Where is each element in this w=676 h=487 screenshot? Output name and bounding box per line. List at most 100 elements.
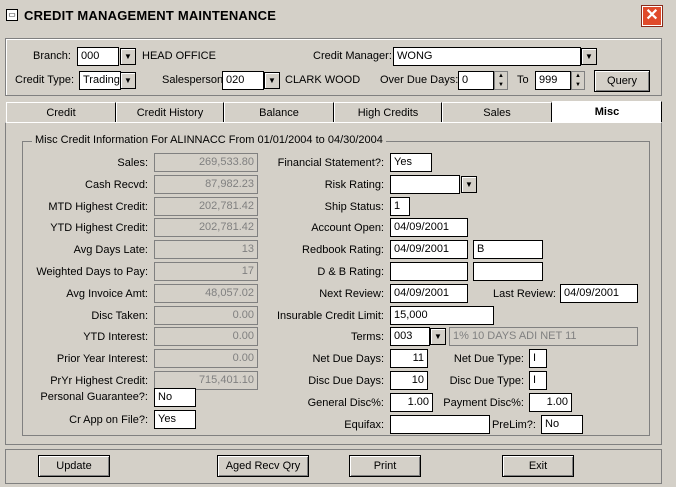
misc-group-title: Misc Credit Information For ALINNACC Fro… — [32, 134, 386, 146]
redbook-date-input[interactable]: 04/09/2001 — [390, 240, 468, 259]
left-field-value: 87,982.23 — [154, 175, 258, 194]
db-rating-input[interactable] — [473, 262, 543, 281]
credit-type-label: Credit Type: — [15, 74, 75, 86]
left-field-label: Avg Days Late: — [73, 244, 148, 256]
terms-description: 1% 10 DAYS ADI NET 11 — [449, 327, 638, 346]
over-due-to-spinner[interactable]: ▲ ▼ — [571, 71, 585, 90]
left-field-label: PrYr Highest Credit: — [50, 375, 148, 387]
general-disc-input[interactable]: 1.00 — [390, 393, 433, 412]
left-field-value: 48,057.02 — [154, 284, 258, 303]
risk-rating-label: Risk Rating: — [324, 179, 384, 191]
account-open-input[interactable]: 04/09/2001 — [390, 218, 468, 237]
left-field-value: 202,781.42 — [154, 197, 258, 216]
financial-statement-input[interactable]: Yes — [390, 153, 432, 172]
spin-down-icon[interactable]: ▼ — [572, 81, 584, 90]
spin-up-icon[interactable]: ▲ — [572, 72, 584, 81]
exit-button[interactable]: Exit — [502, 455, 574, 477]
db-date-input[interactable] — [390, 262, 468, 281]
equifax-input[interactable] — [390, 415, 490, 434]
left-field-label: Weighted Days to Pay: — [36, 266, 148, 278]
left-field-value: 0.00 — [154, 349, 258, 368]
disc-due-type-input[interactable]: I — [529, 371, 547, 390]
redbook-rating-input[interactable]: B — [473, 240, 543, 259]
tab-high-credits[interactable]: High Credits — [334, 102, 442, 123]
personal-guarantee-label: Personal Guarantee?: — [40, 391, 148, 403]
payment-disc-input[interactable]: 1.00 — [529, 393, 572, 412]
spin-down-icon[interactable]: ▼ — [495, 81, 507, 90]
risk-rating-input[interactable] — [390, 175, 460, 194]
salesperson-dropdown-icon[interactable]: ▼ — [264, 72, 280, 89]
salesperson-name: CLARK WOOD — [285, 74, 361, 86]
query-button[interactable]: Query — [594, 70, 650, 92]
redbook-rating-label: Redbook Rating: — [302, 244, 384, 256]
branch-name: HEAD OFFICE — [142, 50, 216, 62]
over-due-from-spinner[interactable]: ▲ ▼ — [494, 71, 508, 90]
credit-manager-dropdown-icon[interactable]: ▼ — [581, 48, 597, 65]
db-rating-label: D & B Rating: — [317, 266, 384, 278]
left-field-label: YTD Interest: — [83, 331, 148, 343]
credit-type-input[interactable]: Trading — [79, 71, 121, 90]
prelim-label: PreLim?: — [491, 419, 536, 431]
left-field-value: 0.00 — [154, 306, 258, 325]
left-field-value: 17 — [154, 262, 258, 281]
tab-sales[interactable]: Sales — [442, 102, 552, 123]
prelim-input[interactable]: No — [541, 415, 583, 434]
terms-code-input[interactable]: 003 — [390, 327, 430, 346]
net-due-type-input[interactable]: I — [529, 349, 547, 368]
over-due-from-input[interactable]: 0 — [458, 71, 494, 90]
disc-due-days-label: Disc Due Days: — [308, 375, 384, 387]
branch-input[interactable]: 000 — [77, 47, 119, 66]
financial-statement-label: Financial Statement?: — [277, 157, 384, 169]
account-open-label: Account Open: — [311, 222, 384, 234]
over-due-days-label: Over Due Days: — [380, 74, 459, 86]
insurable-credit-limit-label: Insurable Credit Limit: — [277, 310, 384, 322]
left-field-label: Cash Recvd: — [85, 179, 148, 191]
general-disc-label: General Disc%: — [307, 397, 384, 409]
terms-dropdown-icon[interactable]: ▼ — [430, 328, 446, 345]
left-field-label: YTD Highest Credit: — [50, 222, 148, 234]
last-review-label: Last Review: — [493, 288, 556, 300]
branch-dropdown-icon[interactable]: ▼ — [120, 48, 136, 65]
personal-guarantee-input[interactable]: No — [154, 388, 196, 407]
update-button[interactable]: Update — [38, 455, 110, 477]
net-due-days-input[interactable]: 11 — [390, 349, 428, 368]
next-review-label: Next Review: — [319, 288, 384, 300]
last-review-input[interactable]: 04/09/2001 — [560, 284, 638, 303]
net-due-type-label: Net Due Type: — [453, 353, 524, 365]
print-button[interactable]: Print — [349, 455, 421, 477]
left-field-value: 202,781.42 — [154, 218, 258, 237]
left-field-label: Prior Year Interest: — [56, 353, 148, 365]
app-icon: ▭ — [6, 9, 18, 21]
equifax-label: Equifax: — [344, 419, 384, 431]
spin-up-icon[interactable]: ▲ — [495, 72, 507, 81]
aged-recv-qry-button[interactable]: Aged Recv Qry — [217, 455, 309, 477]
left-field-value: 269,533.80 — [154, 153, 258, 172]
window-title: CREDIT MANAGEMENT MAINTENANCE — [24, 8, 277, 23]
tab-credit-history[interactable]: Credit History — [116, 102, 224, 123]
credit-manager-input[interactable]: WONG — [393, 47, 581, 66]
credit-type-dropdown-icon[interactable]: ▼ — [120, 72, 136, 89]
close-button[interactable]: ✕ — [641, 5, 663, 27]
insurable-credit-limit-input[interactable]: 15,000 — [390, 306, 494, 325]
left-field-label: Disc Taken: — [91, 310, 148, 322]
over-due-to-input[interactable]: 999 — [535, 71, 571, 90]
tab-credit[interactable]: Credit — [6, 102, 116, 123]
credit-manager-label: Credit Manager: — [313, 50, 392, 62]
tab-balance[interactable]: Balance — [224, 102, 334, 123]
payment-disc-label: Payment Disc%: — [443, 397, 524, 409]
risk-rating-dropdown-icon[interactable]: ▼ — [461, 176, 477, 193]
cr-app-input[interactable]: Yes — [154, 410, 196, 429]
salesperson-input[interactable]: 020 — [222, 71, 264, 90]
net-due-days-label: Net Due Days: — [312, 353, 384, 365]
ship-status-label: Ship Status: — [324, 201, 384, 213]
ship-status-input[interactable]: 1 — [390, 197, 410, 216]
cr-app-label: Cr App on File?: — [69, 414, 148, 426]
salesperson-label: Salesperson: — [162, 74, 227, 86]
next-review-input[interactable]: 04/09/2001 — [390, 284, 468, 303]
left-field-value: 0.00 — [154, 327, 258, 346]
left-field-label: MTD Highest Credit: — [48, 201, 148, 213]
disc-due-days-input[interactable]: 10 — [390, 371, 428, 390]
disc-due-type-label: Disc Due Type: — [449, 375, 524, 387]
branch-label: Branch: — [33, 50, 71, 62]
tab-misc[interactable]: Misc — [552, 101, 662, 123]
